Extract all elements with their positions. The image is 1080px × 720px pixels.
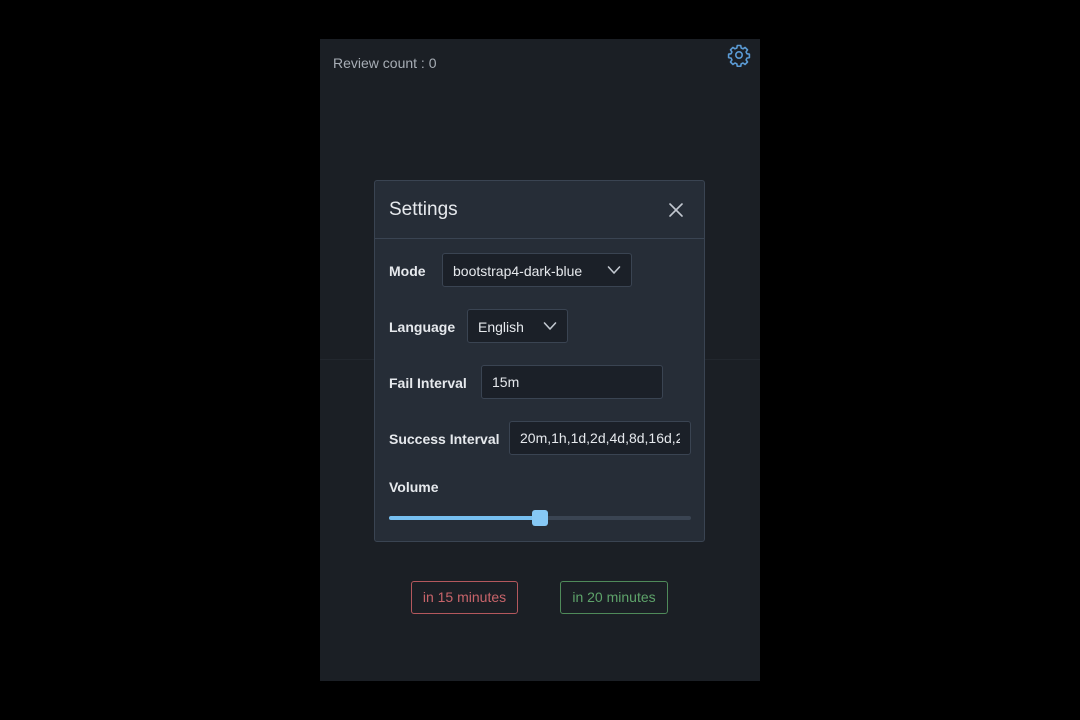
success-button[interactable]: in 20 minutes bbox=[560, 581, 668, 614]
fail-interval-label: Fail Interval bbox=[389, 375, 467, 391]
language-label: Language bbox=[389, 319, 456, 335]
volume-slider-fill bbox=[389, 516, 540, 520]
close-icon bbox=[669, 203, 683, 217]
fail-interval-input[interactable] bbox=[481, 365, 663, 399]
success-interval-input[interactable] bbox=[509, 421, 691, 455]
success-interval-label: Success Interval bbox=[389, 431, 500, 447]
chevron-down-icon bbox=[607, 266, 621, 274]
volume-slider-thumb[interactable] bbox=[532, 510, 548, 526]
volume-slider[interactable] bbox=[389, 509, 691, 527]
mode-select[interactable]: bootstrap4-dark-blue bbox=[442, 253, 632, 287]
volume-label: Volume bbox=[389, 479, 439, 495]
modal-header: Settings bbox=[375, 181, 704, 239]
gear-icon bbox=[727, 44, 751, 68]
fail-button[interactable]: in 15 minutes bbox=[411, 581, 518, 614]
settings-modal: Settings Mode bootstrap4-dark-blue Langu… bbox=[374, 180, 705, 542]
chevron-down-icon bbox=[543, 322, 557, 330]
review-count: Review count : 0 bbox=[333, 55, 437, 71]
modal-title: Settings bbox=[389, 199, 458, 220]
mode-label: Mode bbox=[389, 263, 426, 279]
mode-select-value: bootstrap4-dark-blue bbox=[453, 263, 583, 279]
settings-button[interactable] bbox=[727, 43, 751, 68]
language-select[interactable]: English bbox=[467, 309, 568, 343]
close-button[interactable] bbox=[666, 200, 686, 220]
language-select-value: English bbox=[478, 319, 524, 335]
